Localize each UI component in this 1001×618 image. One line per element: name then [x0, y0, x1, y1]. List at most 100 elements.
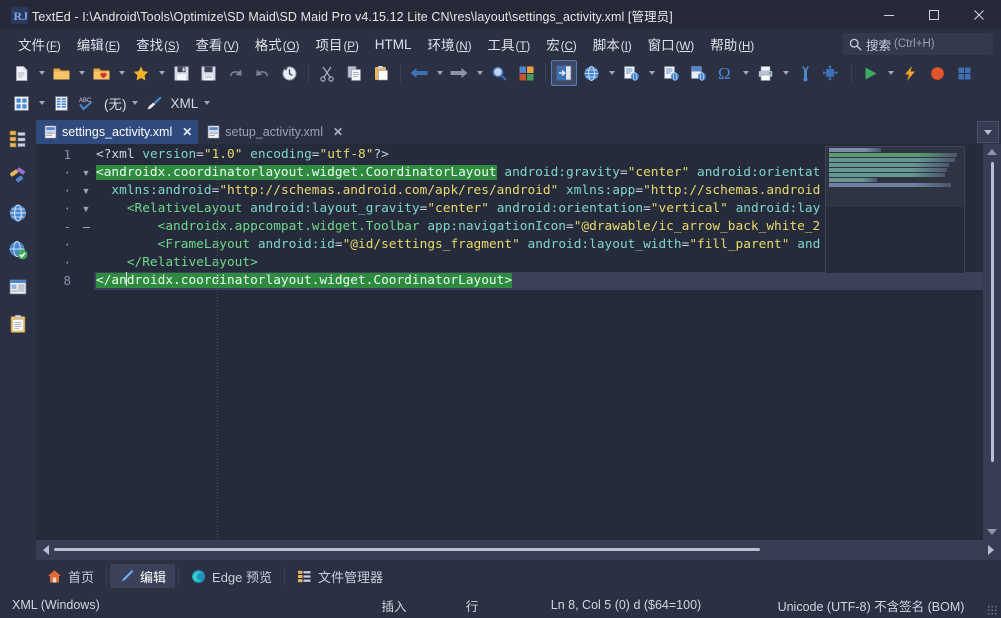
validate-page-button[interactable]: [618, 60, 644, 86]
vertical-scrollbar[interactable]: [983, 144, 1001, 540]
scroll-up-button[interactable]: [983, 144, 1001, 160]
tab-overflow-button[interactable]: [977, 121, 999, 143]
status-file-type[interactable]: XML (Windows): [0, 598, 160, 612]
menu-item-3[interactable]: 查看 (V): [187, 31, 246, 57]
open-file-dropdown[interactable]: [75, 60, 88, 86]
menu-item-12[interactable]: 帮助 (H): [702, 31, 762, 57]
view-tab-2[interactable]: Edge 预览: [182, 564, 281, 588]
save-all-button[interactable]: [195, 60, 221, 86]
document-tab-active[interactable]: settings_activity.xml✕: [36, 120, 198, 144]
menu-item-2[interactable]: 查找 (S): [128, 31, 187, 57]
addons-button[interactable]: [819, 60, 845, 86]
status-caret-position[interactable]: Ln 8, Col 5 (0) d ($64=100): [511, 598, 741, 612]
view-tab-0[interactable]: 首页: [38, 564, 103, 588]
validate-page-dropdown[interactable]: [645, 60, 658, 86]
scroll-down-button[interactable]: [983, 524, 1001, 540]
status-insert-mode[interactable]: 插入: [355, 596, 433, 615]
options-button[interactable]: [792, 60, 818, 86]
menu-item-11[interactable]: 窗口 (W): [640, 31, 703, 57]
menu-item-1[interactable]: 编辑 (E): [69, 31, 128, 57]
back-button[interactable]: [406, 60, 432, 86]
menu-item-6[interactable]: HTML: [367, 34, 420, 55]
resize-grip-icon[interactable]: [987, 605, 997, 615]
run-button[interactable]: [857, 60, 883, 86]
paste-button[interactable]: [368, 60, 394, 86]
view-tab-1[interactable]: 编辑: [110, 564, 175, 588]
favorites-folder-dropdown[interactable]: [115, 60, 128, 86]
sidebar-item-preview-panel[interactable]: [5, 272, 31, 302]
sidebar-item-validator[interactable]: [5, 235, 31, 265]
record-macro-button[interactable]: [924, 60, 950, 86]
redo-button[interactable]: [249, 60, 275, 86]
code-line[interactable]: </androidx.coordinatorlayout.widget.Coor…: [94, 272, 983, 290]
copy-button[interactable]: [341, 60, 367, 86]
save-button[interactable]: [168, 60, 194, 86]
quick-run-button[interactable]: [897, 60, 923, 86]
menu-item-4[interactable]: 格式 (O): [247, 31, 308, 57]
horizontal-scrollbar[interactable]: [36, 540, 1001, 560]
menu-item-10[interactable]: 脚本 (I): [585, 31, 640, 57]
forward-button[interactable]: [446, 60, 472, 86]
horizontal-scroll-track[interactable]: [54, 540, 983, 560]
undo-button[interactable]: [222, 60, 248, 86]
menu-item-5[interactable]: 项目 (P): [307, 31, 366, 57]
scroll-right-button[interactable]: [983, 540, 999, 560]
vertical-scroll-thumb[interactable]: [991, 162, 994, 462]
special-character-button[interactable]: Ω: [712, 60, 738, 86]
new-file-button[interactable]: [8, 60, 34, 86]
menu-item-0[interactable]: 文件 (F): [10, 31, 69, 57]
forward-dropdown[interactable]: [473, 60, 486, 86]
minimize-button[interactable]: [866, 0, 911, 30]
run-dropdown[interactable]: [884, 60, 897, 86]
syntax-brush-button[interactable]: [142, 90, 168, 116]
browser-preview-dropdown[interactable]: [605, 60, 618, 86]
open-file-button[interactable]: [48, 60, 74, 86]
menu-item-7[interactable]: 环境 (N): [420, 31, 480, 57]
scroll-left-button[interactable]: [38, 540, 54, 560]
view-tab-3[interactable]: 文件管理器: [288, 564, 392, 588]
favorites-button[interactable]: [128, 60, 154, 86]
spellcheck-dropdown[interactable]: [129, 90, 142, 116]
fold-marker[interactable]: ▼: [78, 200, 94, 218]
sidebar-item-project-explorer[interactable]: [5, 124, 31, 154]
status-encoding[interactable]: Unicode (UTF-8) 不含签名 (BOM): [741, 596, 1001, 615]
sidebar-item-web-browser[interactable]: [5, 198, 31, 228]
menu-item-9[interactable]: 宏 (C): [538, 31, 585, 57]
toggle-panel-button[interactable]: [551, 60, 577, 86]
sidebar-item-code-snippets[interactable]: [5, 161, 31, 191]
close-icon[interactable]: ✕: [333, 125, 343, 139]
history-button[interactable]: [276, 60, 302, 86]
grid-view-button[interactable]: [8, 90, 34, 116]
find-button[interactable]: [486, 60, 512, 86]
fold-marker[interactable]: [78, 218, 94, 236]
grid-view-dropdown[interactable]: [35, 90, 48, 116]
fold-marker[interactable]: ▼: [78, 182, 94, 200]
cut-button[interactable]: [314, 60, 340, 86]
close-button[interactable]: [956, 0, 1001, 30]
image-web-button[interactable]: [685, 60, 711, 86]
browser-preview-button[interactable]: [578, 60, 604, 86]
web-tools-button[interactable]: [658, 60, 684, 86]
code-text-area[interactable]: <?xml version="1.0" encoding="utf-8"?><a…: [94, 144, 983, 540]
menu-item-8[interactable]: 工具 (T): [480, 31, 539, 57]
syntax-dropdown[interactable]: [200, 90, 213, 116]
print-dropdown[interactable]: [779, 60, 792, 86]
special-character-dropdown[interactable]: [739, 60, 752, 86]
new-file-dropdown[interactable]: [35, 60, 48, 86]
back-dropdown[interactable]: [433, 60, 446, 86]
status-line-label[interactable]: 行: [433, 596, 511, 615]
sidebar-item-clipboard-panel[interactable]: [5, 309, 31, 339]
favorites-dropdown[interactable]: [155, 60, 168, 86]
code-minimap[interactable]: [825, 146, 965, 274]
plugins-button[interactable]: [513, 60, 539, 86]
horizontal-scroll-thumb[interactable]: [54, 548, 760, 551]
spellcheck-button[interactable]: ABC: [75, 90, 101, 116]
table-view-button[interactable]: [48, 90, 74, 116]
close-icon[interactable]: ✕: [182, 125, 192, 139]
search-box[interactable]: 搜索 (Ctrl+H): [843, 33, 993, 55]
maximize-button[interactable]: [911, 0, 956, 30]
favorites-folder-button[interactable]: [88, 60, 114, 86]
document-tab[interactable]: setup_activity.xml✕: [199, 120, 349, 144]
print-button[interactable]: [752, 60, 778, 86]
stop-macro-button[interactable]: [951, 60, 977, 86]
